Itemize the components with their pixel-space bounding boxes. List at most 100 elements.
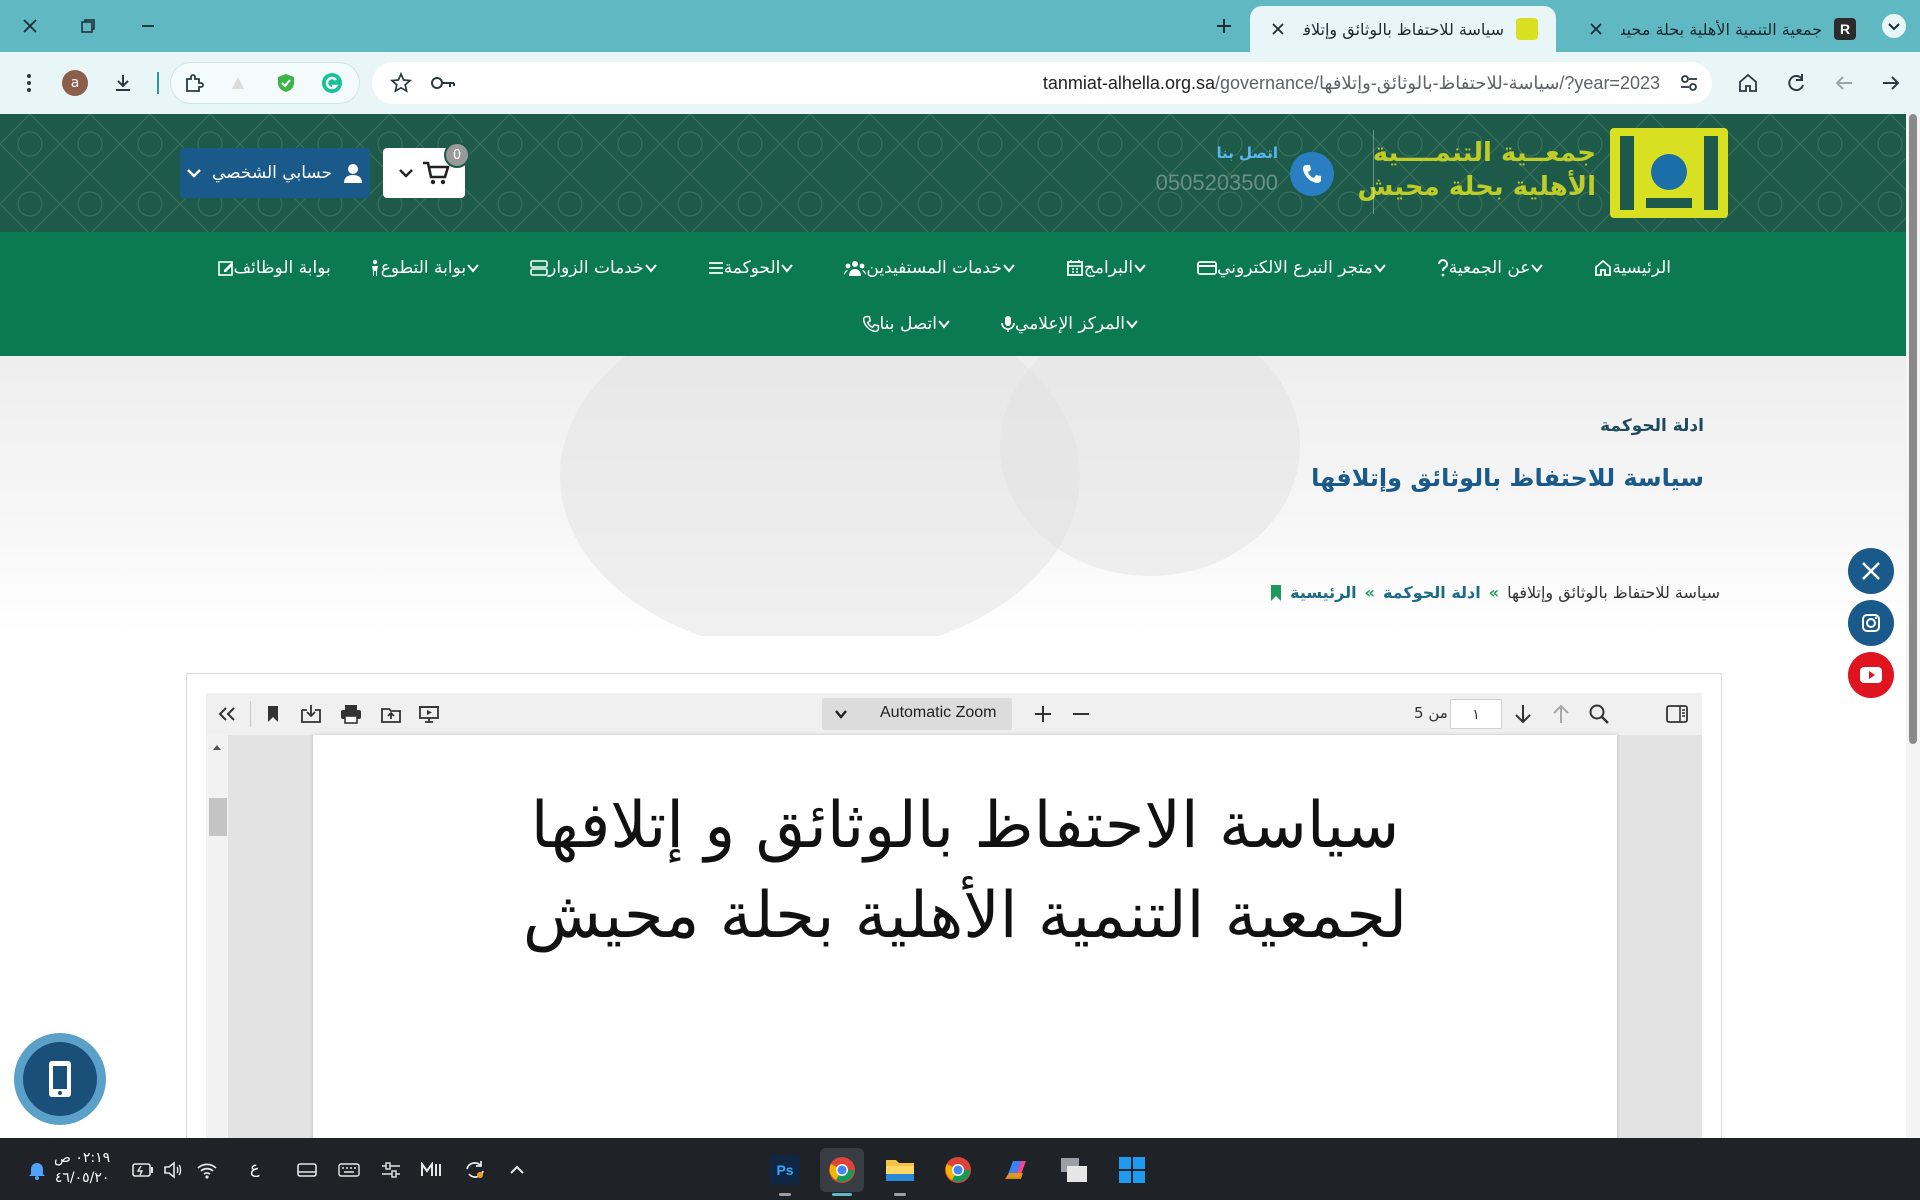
close-icon xyxy=(23,19,37,33)
reload-button[interactable] xyxy=(1779,66,1813,100)
wifi-icon[interactable] xyxy=(194,1157,220,1183)
extension-triangle-button[interactable] xyxy=(221,66,255,100)
page-scrollbar[interactable] xyxy=(1906,114,1920,1138)
clock[interactable]: ٠٢:١٩ ص ٤٦/٠٥/٢٠ xyxy=(54,1148,110,1188)
pdf-presentation-button[interactable] xyxy=(414,699,444,729)
browser-menu-button[interactable] xyxy=(12,66,46,100)
contact-phone-number[interactable]: 0505203500 xyxy=(1156,170,1278,196)
input-language[interactable]: ع xyxy=(250,1158,260,1177)
previous-page-button[interactable] xyxy=(1546,699,1576,729)
chevron-down-icon xyxy=(187,169,201,178)
extension-shield-button[interactable] xyxy=(269,66,303,100)
notifications-button[interactable] xyxy=(24,1157,50,1183)
toggle-sidebar-button[interactable] xyxy=(1662,699,1692,729)
settings-sliders-icon[interactable] xyxy=(378,1157,404,1183)
pdf-print-button[interactable] xyxy=(336,699,366,729)
bookmark-star-button[interactable] xyxy=(384,66,418,100)
page-number-input[interactable] xyxy=(1450,699,1502,729)
keyboard-icon[interactable] xyxy=(336,1157,362,1183)
pdf-tools-button[interactable] xyxy=(212,699,242,729)
chevron-down-icon xyxy=(399,169,413,178)
nav-item-media-center[interactable]: المركز الإعلامي xyxy=(978,310,1166,338)
nav-item-home[interactable]: الرئيسية xyxy=(1571,254,1686,282)
youtube-button[interactable] xyxy=(1848,652,1894,698)
password-key-button[interactable] xyxy=(426,66,460,100)
tab-active[interactable]: سياسة للاحتفاظ بالوثائق وإتلافها xyxy=(1250,6,1556,52)
taskbar-task-view[interactable] xyxy=(1052,1148,1096,1192)
server-icon xyxy=(530,260,548,276)
volume-icon[interactable] xyxy=(160,1157,186,1183)
tab-close-button[interactable] xyxy=(1586,18,1607,40)
sync-icon[interactable] xyxy=(462,1157,488,1183)
address-bar[interactable]: tanmiat-alhella.org.sa/governance/سياسة-… xyxy=(372,62,1712,104)
window-close-button[interactable] xyxy=(10,10,50,42)
taskbar-start[interactable] xyxy=(1110,1148,1154,1192)
extension-grammarly-button[interactable] xyxy=(315,66,349,100)
chevron-up-icon[interactable] xyxy=(504,1157,530,1183)
new-tab-button[interactable] xyxy=(1208,12,1240,40)
running-indicator xyxy=(779,1193,791,1196)
tab-inactive[interactable]: R جمعية التنمية الأهلية بحلة محيش xyxy=(1568,6,1874,52)
account-button[interactable]: حسابي الشخصي xyxy=(180,148,370,198)
battery-icon[interactable] xyxy=(130,1157,156,1183)
zoom-in-button[interactable] xyxy=(1028,699,1058,729)
next-page-button[interactable] xyxy=(1508,699,1538,729)
chevron-down-icon xyxy=(780,261,794,275)
page-scroll-thumb[interactable] xyxy=(1909,114,1917,744)
breadcrumb-section[interactable]: ادلة الحوكمة xyxy=(1383,583,1481,602)
page-title: سياسة للاحتفاظ بالوثائق وإتلافها xyxy=(1311,464,1704,492)
floating-contact-button[interactable] xyxy=(14,1033,106,1125)
hero-background-shape xyxy=(560,356,1080,636)
zoom-select[interactable]: Automatic Zoom xyxy=(822,698,1012,730)
windows-taskbar: ٠٢:١٩ ص ٤٦/٠٥/٢٠ ع Ps xyxy=(0,1138,1920,1200)
window-minimize-button[interactable] xyxy=(128,10,168,42)
nav-item-contact[interactable]: اتصل بنا xyxy=(839,310,979,338)
taskbar-chrome[interactable] xyxy=(936,1148,980,1192)
pdf-bookmark-button[interactable] xyxy=(258,699,288,729)
minus-icon xyxy=(1073,713,1089,715)
logo-text: جمعــية التنمــــية الأهلية بحلة محيش xyxy=(1357,138,1596,202)
taskbar-copilot[interactable] xyxy=(994,1148,1038,1192)
site-logo[interactable] xyxy=(1610,128,1728,218)
tray-app-m-icon[interactable] xyxy=(418,1157,444,1183)
zoom-out-button[interactable] xyxy=(1066,699,1096,729)
profile-avatar[interactable]: a xyxy=(58,66,92,100)
extensions-button[interactable] xyxy=(177,66,211,100)
nav-item-donation-store[interactable]: متجر التبرع الالكتروني xyxy=(1174,254,1414,282)
nav-item-volunteer-portal[interactable]: بوابة التطوع xyxy=(346,254,507,282)
forward-button[interactable] xyxy=(1874,66,1908,100)
window-restore-button[interactable] xyxy=(68,10,108,42)
pdf-scrollbar[interactable] xyxy=(206,735,228,1143)
tab-search-button[interactable] xyxy=(1874,10,1914,42)
instagram-button[interactable] xyxy=(1848,600,1894,646)
downloads-button[interactable] xyxy=(106,66,140,100)
nav-item-jobs-portal[interactable]: بوابة الوظائف xyxy=(195,254,346,282)
site-info-button[interactable] xyxy=(1672,66,1706,100)
breadcrumb-home[interactable]: الرئيسية xyxy=(1290,583,1357,602)
pdf-scroll-thumb[interactable] xyxy=(209,798,227,836)
clock-time: ٠٢:١٩ ص xyxy=(54,1150,111,1166)
nav-item-governance[interactable]: الحوكمة xyxy=(685,254,822,282)
taskbar-file-explorer[interactable] xyxy=(878,1148,922,1196)
contact-phone-button[interactable] xyxy=(1290,152,1334,196)
nav-item-programs[interactable]: البرامج xyxy=(1043,254,1174,282)
pdf-search-button[interactable] xyxy=(1584,699,1614,729)
pdf-open-file-button[interactable] xyxy=(376,699,406,729)
twitter-x-button[interactable] xyxy=(1848,548,1894,594)
reload-icon xyxy=(1788,74,1804,92)
nav-item-beneficiary-services[interactable]: خدمات المستفيدين xyxy=(821,254,1042,282)
nav-item-visitor-services[interactable]: خدمات الزوار xyxy=(507,254,685,282)
tab-close-button[interactable] xyxy=(1268,18,1289,40)
home-button[interactable] xyxy=(1731,66,1765,100)
taskbar-photoshop[interactable]: Ps xyxy=(763,1148,807,1196)
back-button[interactable] xyxy=(1827,66,1861,100)
pdf-download-button[interactable] xyxy=(296,699,326,729)
bell-icon xyxy=(29,1163,45,1180)
taskbar-chrome-profile[interactable] xyxy=(820,1148,864,1196)
site-header: جمعــية التنمــــية الأهلية بحلة محيش ات… xyxy=(0,114,1906,232)
tray-tablet-icon[interactable] xyxy=(294,1157,320,1183)
running-indicator xyxy=(832,1193,852,1196)
nav-item-about[interactable]: عن الجمعية xyxy=(1414,254,1572,282)
mic-icon xyxy=(1001,315,1015,333)
breadcrumb-current: سياسة للاحتفاظ بالوثائق وإتلافها xyxy=(1507,583,1720,602)
